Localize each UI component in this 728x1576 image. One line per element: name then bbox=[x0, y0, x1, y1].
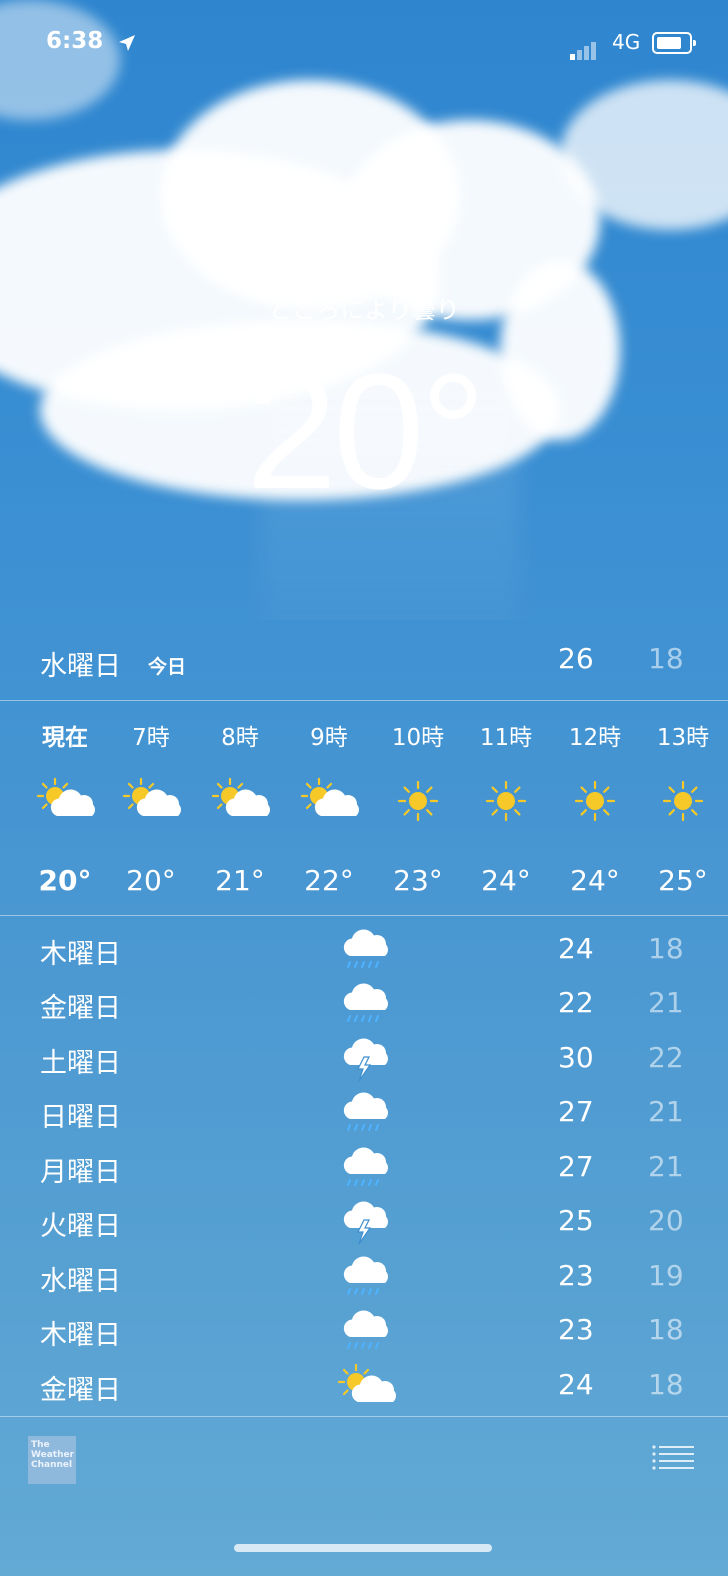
daily-day: 金曜日 bbox=[40, 1375, 121, 1406]
hour-temp: 23° bbox=[393, 864, 443, 897]
daily-row: 金曜日 24 18 bbox=[0, 1360, 728, 1414]
rain-icon bbox=[336, 1307, 392, 1355]
hour-item: 13時 25° bbox=[638, 710, 728, 897]
today-high: 26 bbox=[558, 642, 594, 675]
thunderstorm-icon bbox=[336, 1198, 392, 1246]
divider bbox=[0, 915, 728, 916]
current-condition: ところにより曇り bbox=[268, 296, 460, 324]
daily-row: 木曜日 23 18 bbox=[0, 1305, 728, 1359]
hour-item: 11時 24° bbox=[461, 710, 551, 897]
daily-low: 19 bbox=[648, 1259, 684, 1292]
location-arrow-icon bbox=[118, 32, 136, 58]
daily-row: 土曜日 30 22 bbox=[0, 1033, 728, 1087]
hour-label: 9時 bbox=[310, 725, 348, 751]
divider bbox=[0, 1416, 728, 1417]
daily-high: 30 bbox=[558, 1041, 594, 1074]
daily-day: 土曜日 bbox=[40, 1048, 121, 1079]
daily-high: 27 bbox=[558, 1150, 594, 1183]
status-bar: 6:38 4G bbox=[0, 28, 728, 64]
weather-channel-logo[interactable]: The Weather Channel bbox=[28, 1436, 76, 1484]
daily-row: 月曜日 27 21 bbox=[0, 1142, 728, 1196]
hour-label: 13時 bbox=[656, 725, 710, 751]
city-name: 大田区 bbox=[291, 240, 436, 296]
rain-icon bbox=[336, 1253, 392, 1301]
sun-icon bbox=[388, 776, 448, 826]
hour-item: 8時 21° bbox=[195, 710, 285, 897]
rain-icon bbox=[336, 1144, 392, 1192]
status-time: 6:38 bbox=[46, 28, 104, 54]
daily-low: 20 bbox=[648, 1204, 684, 1237]
city-list-icon[interactable] bbox=[652, 1444, 694, 1472]
daily-low: 22 bbox=[648, 1041, 684, 1074]
partly-cloudy-icon bbox=[336, 1362, 396, 1410]
daily-high: 23 bbox=[558, 1259, 594, 1292]
partly-cloudy-icon bbox=[210, 776, 270, 826]
daily-row: 金曜日 22 21 bbox=[0, 978, 728, 1032]
rain-icon bbox=[336, 980, 392, 1028]
today-tag: 今日 bbox=[148, 656, 187, 678]
daily-day: 月曜日 bbox=[40, 1157, 121, 1188]
daily-row: 水曜日 23 19 bbox=[0, 1251, 728, 1305]
hour-temp: 24° bbox=[481, 864, 531, 897]
daily-day: 火曜日 bbox=[40, 1211, 121, 1242]
rain-icon bbox=[336, 926, 392, 974]
daily-row: 日曜日 27 21 bbox=[0, 1087, 728, 1141]
today-low: 18 bbox=[648, 642, 684, 675]
hourly-forecast[interactable]: 現在 20° 7時 20° 8時 21° 9時 22° 10時 23° 11時 … bbox=[0, 710, 728, 910]
daily-high: 24 bbox=[558, 1368, 594, 1401]
hour-temp: 20° bbox=[126, 864, 176, 897]
battery-icon bbox=[652, 32, 696, 54]
daily-day: 木曜日 bbox=[40, 1320, 121, 1351]
network-type: 4G bbox=[612, 30, 641, 54]
daily-low: 21 bbox=[648, 986, 684, 1019]
daily-low: 18 bbox=[648, 1313, 684, 1346]
hour-item: 7時 20° bbox=[106, 710, 196, 897]
daily-day: 木曜日 bbox=[40, 939, 121, 970]
divider bbox=[0, 700, 728, 701]
hour-temp: 22° bbox=[304, 864, 354, 897]
today-summary: 水曜日 今日 26 18 bbox=[0, 640, 728, 686]
hour-item: 現在 20° bbox=[20, 710, 110, 897]
cellular-signal-icon bbox=[570, 34, 598, 60]
hour-label: 現在 bbox=[42, 725, 88, 751]
rain-icon bbox=[336, 1089, 392, 1137]
hour-label: 11時 bbox=[479, 725, 533, 751]
hour-item: 12時 24° bbox=[550, 710, 640, 897]
daily-low: 18 bbox=[648, 1368, 684, 1401]
hour-label: 8時 bbox=[221, 725, 259, 751]
daily-low: 21 bbox=[648, 1150, 684, 1183]
daily-high: 25 bbox=[558, 1204, 594, 1237]
daily-high: 27 bbox=[558, 1095, 594, 1128]
daily-low: 21 bbox=[648, 1095, 684, 1128]
sun-icon bbox=[565, 776, 625, 826]
daily-high: 23 bbox=[558, 1313, 594, 1346]
daily-row: 木曜日 24 18 bbox=[0, 924, 728, 978]
sun-icon bbox=[476, 776, 536, 826]
hour-temp: 21° bbox=[215, 864, 265, 897]
hour-label: 10時 bbox=[391, 725, 445, 751]
daily-row: 火曜日 25 20 bbox=[0, 1196, 728, 1250]
thunderstorm-icon bbox=[336, 1035, 392, 1083]
hour-temp: 24° bbox=[570, 864, 620, 897]
home-indicator[interactable] bbox=[234, 1544, 492, 1552]
hour-temp: 20° bbox=[38, 864, 92, 897]
partly-cloudy-icon bbox=[299, 776, 359, 826]
hour-item: 10時 23° bbox=[373, 710, 463, 897]
daily-day: 金曜日 bbox=[40, 993, 121, 1024]
hour-label: 7時 bbox=[132, 725, 170, 751]
daily-low: 18 bbox=[648, 932, 684, 965]
hour-temp: 25° bbox=[658, 864, 708, 897]
today-day: 水曜日 bbox=[40, 651, 121, 682]
current-temperature: 20° bbox=[245, 340, 486, 523]
hour-item: 9時 22° bbox=[284, 710, 374, 897]
partly-cloudy-icon bbox=[35, 776, 95, 826]
sun-icon bbox=[653, 776, 713, 826]
partly-cloudy-icon bbox=[121, 776, 181, 826]
daily-high: 24 bbox=[558, 932, 594, 965]
daily-day: 日曜日 bbox=[40, 1102, 121, 1133]
daily-day: 水曜日 bbox=[40, 1266, 121, 1297]
daily-high: 22 bbox=[558, 986, 594, 1019]
hour-label: 12時 bbox=[568, 725, 622, 751]
